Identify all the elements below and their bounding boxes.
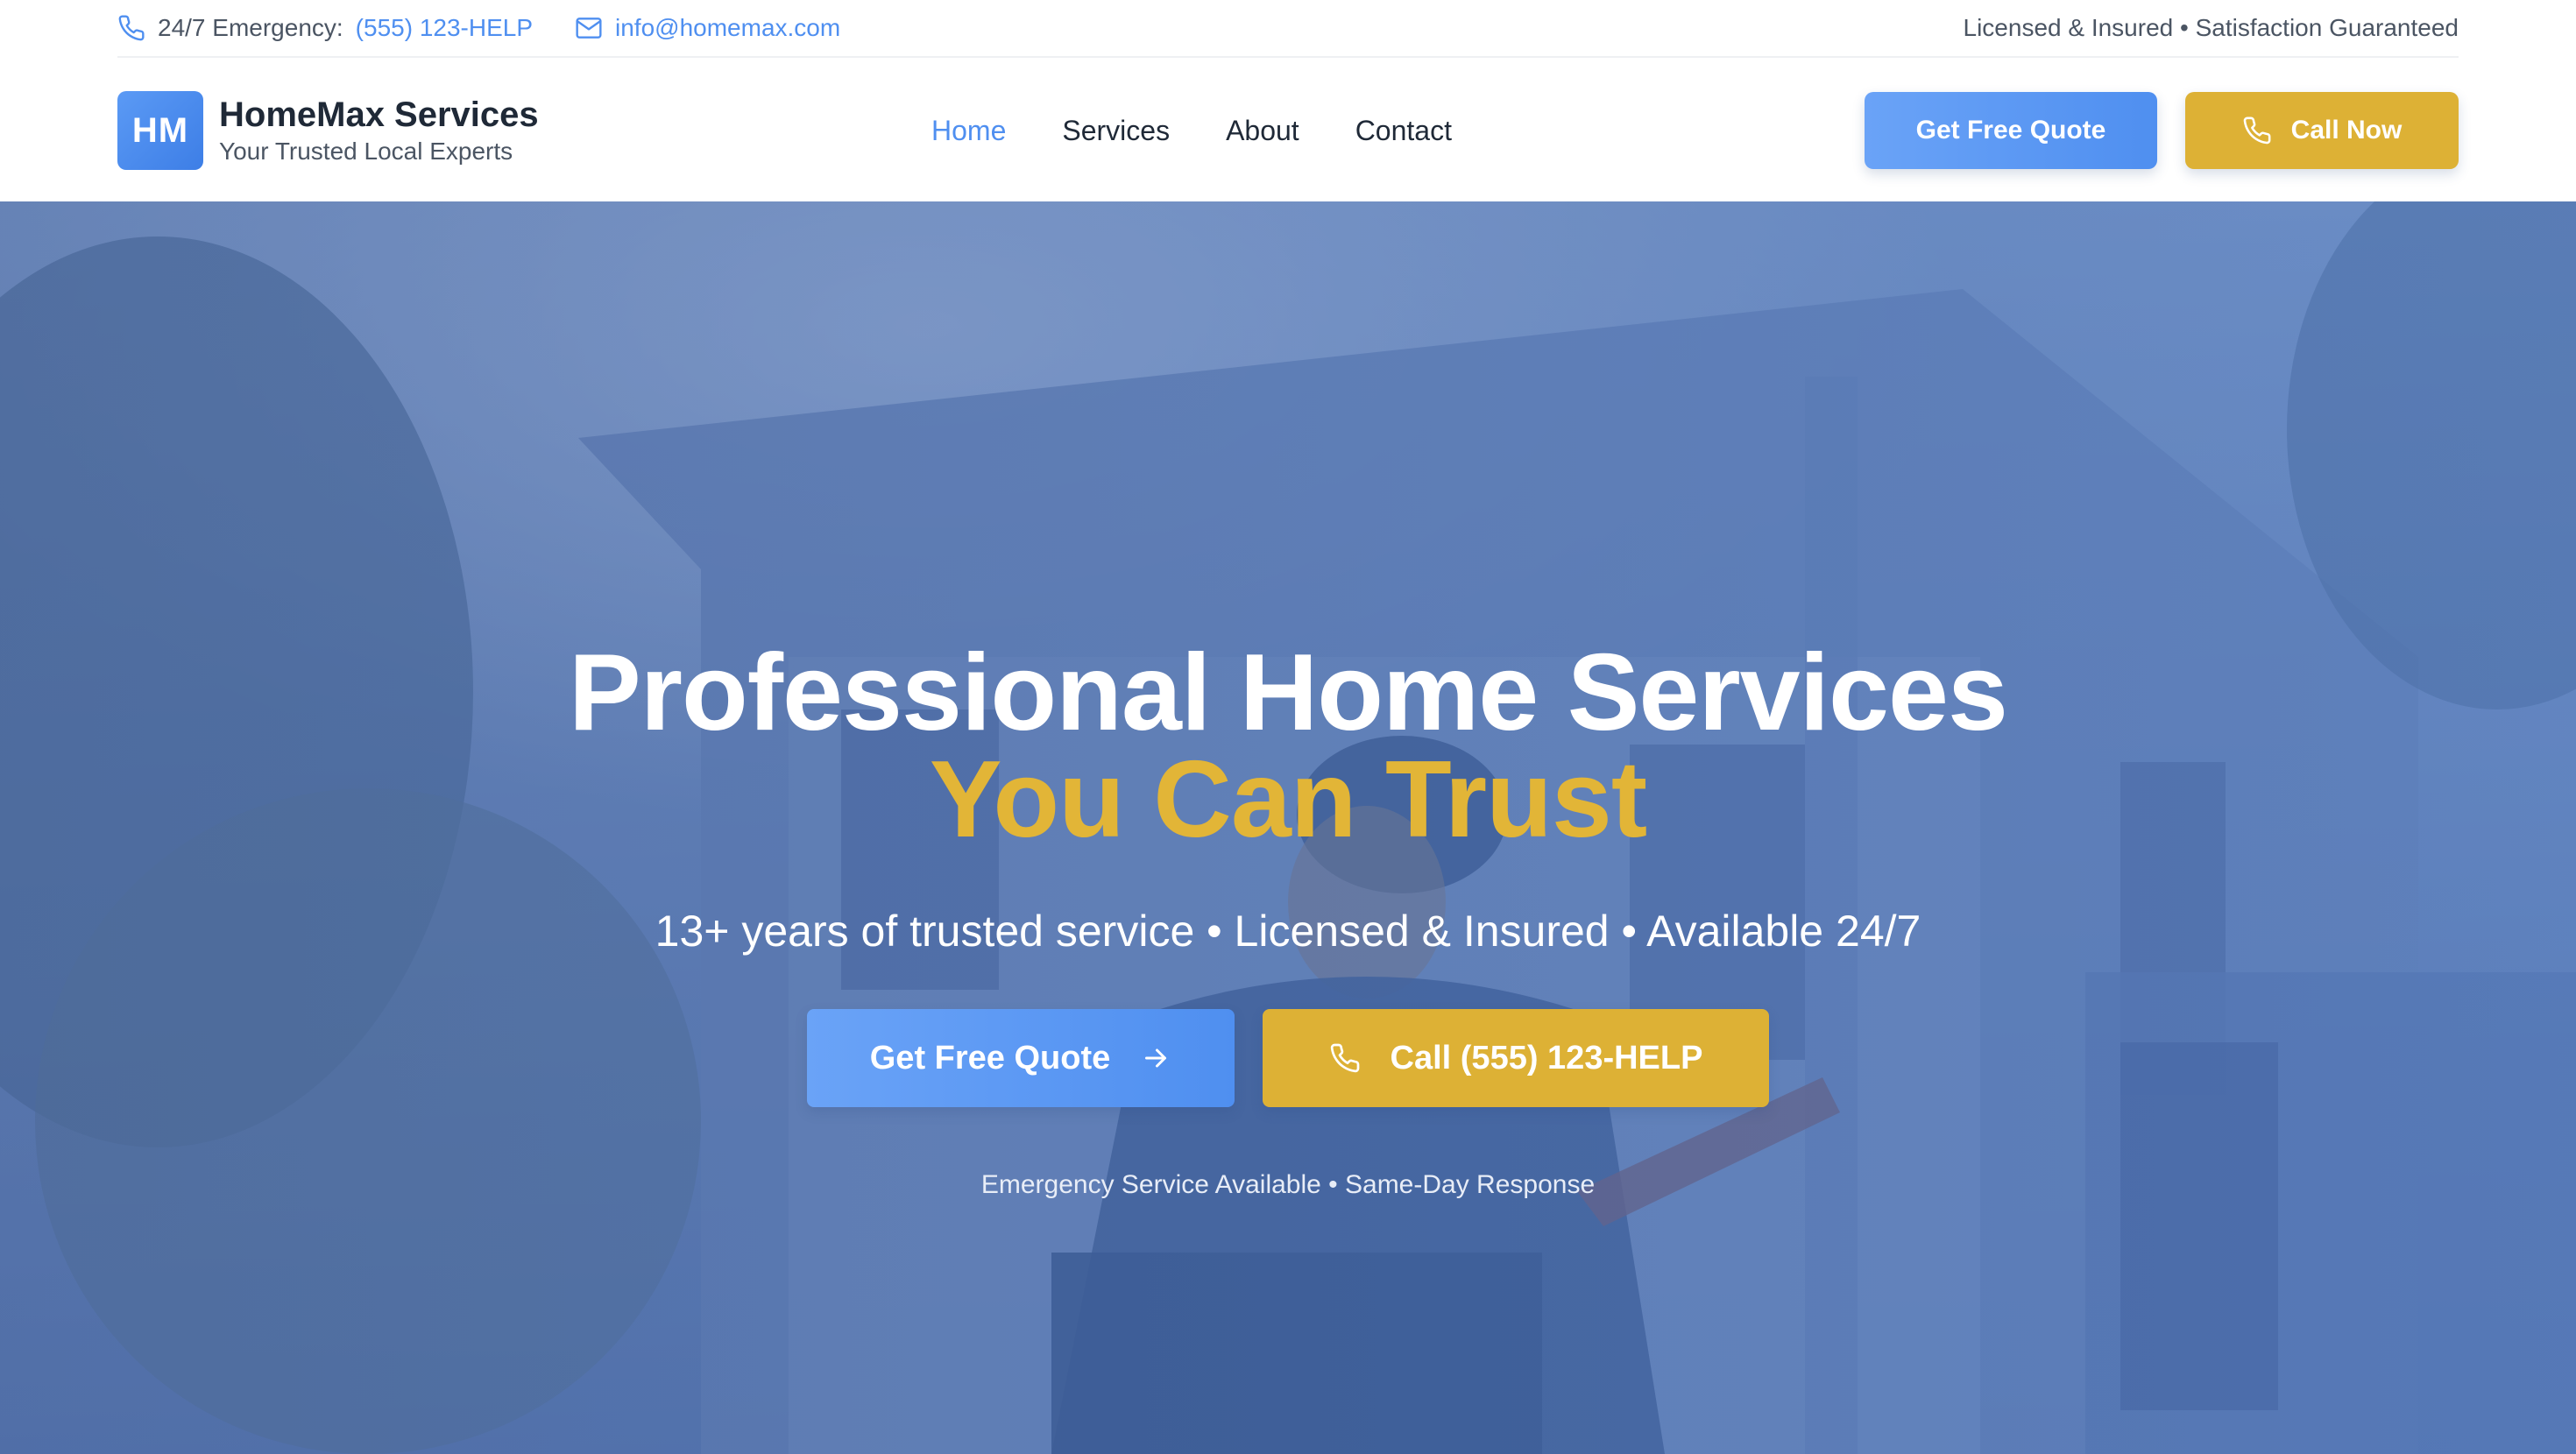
emergency-contact: 24/7 Emergency: (555) 123-HELP (117, 14, 533, 42)
phone-icon (1330, 1043, 1359, 1073)
call-now-button[interactable]: Call Now (2185, 92, 2459, 169)
nav-contact[interactable]: Contact (1355, 115, 1452, 147)
phone-icon (2243, 116, 2271, 145)
hero-call-label: Call (555) 123-HELP (1390, 1039, 1703, 1076)
hero-call-button[interactable]: Call (555) 123-HELP (1263, 1009, 1769, 1107)
trust-badges-text: Licensed & Insured • Satisfaction Guaran… (1963, 14, 2459, 41)
email-contact: info@homemax.com (575, 14, 840, 42)
hero-get-quote-label: Get Free Quote (869, 1039, 1111, 1076)
nav-services[interactable]: Services (1062, 115, 1170, 147)
top-bar-contacts: 24/7 Emergency: (555) 123-HELP info@home… (117, 14, 840, 42)
phone-icon (118, 15, 145, 41)
top-bar-inner: 24/7 Emergency: (555) 123-HELP info@home… (117, 0, 2459, 58)
emergency-label: 24/7 Emergency: (158, 14, 343, 41)
hero-content: Professional Home Services You Can Trust… (0, 639, 2576, 1200)
header-actions: Get Free Quote Call Now (1865, 92, 2459, 169)
hero-note: Emergency Service Available • Same-Day R… (980, 1170, 1596, 1199)
hero-title: Professional Home Services (569, 632, 2008, 753)
brand-tagline: Your Trusted Local Experts (219, 138, 513, 165)
nav-about[interactable]: About (1226, 115, 1299, 147)
hero-subtitle: 13+ years of trusted service • Licensed … (655, 907, 1921, 956)
main-nav: Home Services About Contact (931, 115, 1452, 147)
hero-get-quote-button[interactable]: Get Free Quote (807, 1009, 1235, 1107)
email-link[interactable]: info@homemax.com (615, 14, 840, 42)
brand-text: HomeMax Services Your Trusted Local Expe… (219, 94, 539, 167)
site-header: HM HomeMax Services Your Trusted Local E… (0, 60, 2576, 201)
nav-home[interactable]: Home (931, 115, 1006, 147)
arrow-right-icon (1145, 1048, 1167, 1068)
brand[interactable]: HM HomeMax Services Your Trusted Local E… (117, 91, 539, 170)
top-bar: 24/7 Emergency: (555) 123-HELP info@home… (0, 0, 2576, 60)
mail-icon (576, 18, 602, 39)
brand-name: HomeMax Services (219, 95, 539, 134)
hero-buttons: Get Free Quote Call (555) 123-HELP (807, 1009, 1769, 1107)
site-header-inner: HM HomeMax Services Your Trusted Local E… (117, 60, 2459, 201)
emergency-phone-link[interactable]: (555) 123-HELP (356, 14, 533, 42)
call-now-label: Call Now (2290, 116, 2403, 145)
hero-title-highlight: You Can Trust (929, 739, 1647, 860)
hero-section: Professional Home Services You Can Trust… (0, 201, 2576, 1454)
get-quote-label: Get Free Quote (1915, 116, 2106, 145)
logo: HM (117, 91, 203, 170)
get-quote-button[interactable]: Get Free Quote (1865, 92, 2157, 169)
